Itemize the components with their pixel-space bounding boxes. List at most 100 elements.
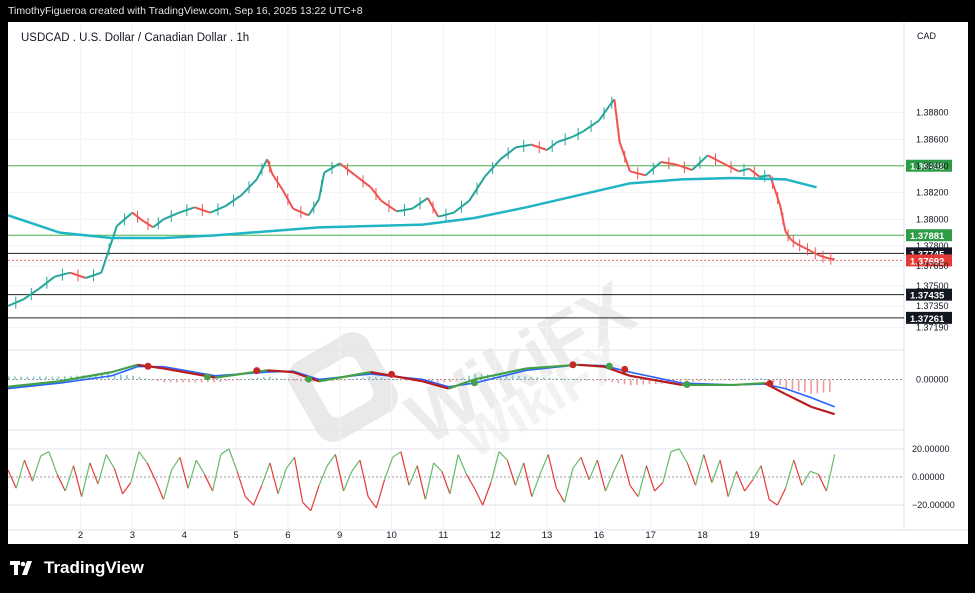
macd-cross-dot (253, 367, 261, 375)
macd-histogram-bar (573, 379, 576, 381)
chart-credit: TimothyFigueroa created with TradingView… (8, 5, 363, 17)
macd-histogram-bar (822, 379, 825, 393)
oscillator-segment (40, 451, 50, 457)
macd-histogram-bar (580, 379, 582, 381)
time-tick-label: 6 (285, 530, 290, 541)
macd-histogram-bar (219, 379, 222, 382)
macd-histogram-bar (692, 379, 694, 382)
oscillator-segment (768, 499, 778, 506)
oscillator-segment (474, 487, 484, 506)
macd-histogram-bar (642, 379, 644, 385)
oscillator-segment (506, 459, 517, 486)
macd-histogram-bar (766, 379, 769, 380)
oscillator-segment (449, 454, 459, 494)
macd-histogram-bar (200, 379, 203, 383)
watermark-layer: WikiFXWikiFX (288, 266, 648, 470)
oscillator-segment (760, 465, 770, 500)
oscillator-segment (351, 459, 361, 472)
oscillator-segment (81, 462, 91, 497)
macd-histogram-bar (194, 379, 197, 383)
macd-cross-dot (204, 373, 212, 381)
oscillator-segment (220, 448, 230, 455)
macd-histogram-bar (542, 377, 545, 380)
macd-histogram-bar (250, 378, 253, 380)
chart-title: USDCAD . U.S. Dollar / Canadian Dollar .… (21, 32, 249, 44)
macd-histogram-bar (437, 379, 439, 383)
macd-cross-dot (683, 381, 691, 389)
macd-histogram-bar (163, 379, 166, 383)
macd-histogram-bar (350, 378, 352, 380)
oscillator-segment (531, 473, 541, 497)
oscillator-segment (162, 469, 173, 500)
macd-histogram-bar (45, 376, 47, 380)
oscillator-segment (293, 457, 304, 503)
macd-histogram-bar (748, 378, 750, 380)
macd-histogram-bar (735, 379, 738, 381)
macd-histogram-bar (773, 379, 775, 383)
macd-zero-label: 0.00000 (916, 374, 949, 384)
oscillator-tick-label: 20.00000 (912, 444, 950, 454)
oscillator-segment (138, 451, 148, 464)
oscillator-segment (703, 454, 713, 483)
macd-histogram-bar (760, 378, 763, 380)
oscillator-segment (563, 468, 574, 503)
macd-histogram-bar (511, 375, 514, 380)
chart-panel[interactable]: WikiFXWikiFX 1.384021.378811.377451.3769… (8, 22, 968, 544)
tradingview-logo[interactable]: TradingView (10, 558, 144, 578)
macd-histogram-bar (356, 378, 358, 380)
macd-histogram-bar (804, 379, 806, 393)
oscillator-segment (64, 465, 75, 492)
oscillator-segment (326, 454, 336, 467)
macd-histogram-bar (281, 378, 284, 380)
macd-histogram-bar (20, 376, 23, 380)
macd-histogram-bar (449, 379, 452, 383)
macd-histogram-bar (592, 379, 595, 381)
macd-histogram-bar (816, 379, 819, 394)
price-tick-label: 1.38000 (916, 214, 949, 224)
macd-histogram-bar (723, 379, 725, 381)
time-tick-label: 17 (645, 530, 656, 541)
price-tick-label: 1.37500 (916, 281, 949, 291)
macd-histogram-bar (387, 378, 389, 380)
time-tick-label: 13 (542, 530, 553, 541)
oscillator-segment (793, 459, 803, 486)
oscillator-segment (408, 465, 418, 486)
macd-cross-dot (388, 370, 396, 378)
oscillator-segment (686, 462, 697, 486)
oscillator-segment (252, 485, 263, 506)
macd-histogram-bar (729, 379, 732, 381)
oscillator-segment (629, 485, 639, 498)
macd-histogram-bar (381, 377, 383, 380)
macd-histogram-bar (138, 376, 141, 380)
macd-histogram-bar (779, 379, 781, 386)
oscillator-segment (465, 473, 476, 489)
macd-histogram-bar (629, 379, 632, 386)
macd-histogram-bar (754, 378, 756, 380)
price-tick-label: 1.37650 (916, 261, 949, 271)
oscillator-segment (261, 462, 271, 486)
time-tick-label: 2 (78, 530, 83, 541)
oscillator-segment (236, 471, 246, 497)
price-tick-label: 1.38800 (916, 108, 949, 118)
macd-histogram-bar (300, 379, 302, 382)
oscillator-segment (400, 451, 410, 486)
macd-histogram-bar (51, 376, 54, 380)
macd-histogram-bar (443, 379, 445, 383)
macd-histogram-bar (455, 379, 458, 381)
macd-histogram-bar (343, 379, 346, 381)
macd-histogram-bar (393, 379, 396, 381)
oscillator-segment (621, 454, 631, 486)
macd-cross-dot (470, 379, 478, 387)
chart-canvas[interactable]: WikiFXWikiFX 1.384021.378811.377451.3769… (8, 22, 968, 544)
time-tick-label: 19 (749, 530, 760, 541)
oscillator-segment (801, 471, 811, 486)
macd-histogram-bar (287, 379, 290, 381)
price-tick-label: 1.38600 (916, 134, 949, 144)
oscillator-segment (580, 457, 590, 481)
macd-histogram-bar (225, 379, 228, 382)
macd-histogram-bar (374, 376, 377, 380)
macd-histogram-bar (717, 379, 719, 381)
macd-histogram-bar (561, 378, 564, 380)
oscillator-segment (105, 454, 115, 469)
macd-histogram-bar (238, 379, 240, 381)
